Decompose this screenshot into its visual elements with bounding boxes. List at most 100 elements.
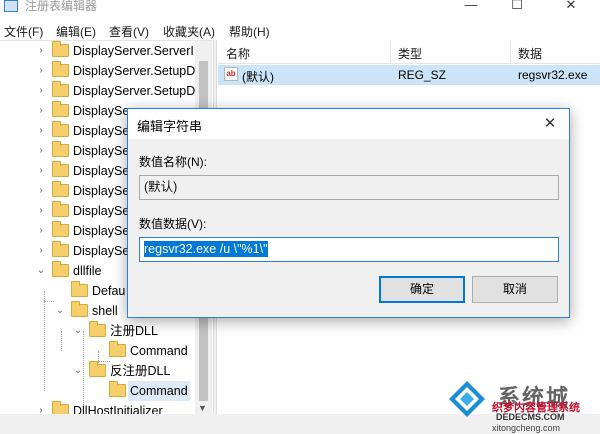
- collapse-icon[interactable]: ⌄: [55, 301, 65, 321]
- tree-item[interactable]: › DisplayServer.SetupD: [0, 61, 195, 81]
- close-icon[interactable]: ✕: [537, 112, 563, 136]
- watermark-small: xitongcheng.com: [492, 423, 561, 433]
- watermark-logo-icon: [449, 381, 485, 417]
- folder-icon: [89, 321, 106, 337]
- value-name-field: (默认): [139, 175, 559, 200]
- expand-icon[interactable]: ›: [36, 181, 46, 201]
- tree-item-label: DisplaySe: [73, 144, 130, 158]
- expand-icon[interactable]: ›: [36, 41, 46, 61]
- watermark-url: DEDECMS.COM: [496, 412, 565, 422]
- tree-item-label: Defau: [92, 284, 126, 298]
- folder-icon: [52, 121, 69, 137]
- registry-icon: [4, 0, 18, 12]
- reg-sz-icon: ab: [224, 67, 238, 81]
- folder-icon: [52, 141, 69, 157]
- expand-icon[interactable]: ›: [36, 401, 46, 414]
- ok-button[interactable]: 确定: [379, 276, 465, 303]
- tree-item-label: DisplayServer.ServerI: [73, 44, 194, 58]
- folder-icon: [71, 281, 88, 297]
- folder-icon: [52, 161, 69, 177]
- column-data[interactable]: 数据: [518, 45, 542, 62]
- collapse-icon[interactable]: ⌄: [73, 321, 83, 341]
- folder-icon: [52, 61, 69, 77]
- value-name-label: 数值名称(N):: [139, 155, 207, 169]
- tree-item-label: 反注册DLL: [110, 364, 171, 378]
- menu-favorites[interactable]: 收藏夹(A): [163, 23, 215, 40]
- folder-icon: [52, 241, 69, 257]
- tree-item-label: 注册DLL: [110, 324, 158, 338]
- expand-icon[interactable]: ›: [36, 161, 46, 181]
- folder-icon: [52, 81, 69, 97]
- value-name: (默认): [242, 70, 274, 84]
- menu-help[interactable]: 帮助(H): [229, 23, 270, 40]
- folder-icon: [52, 261, 69, 277]
- value-data-label: 数值数据(V):: [139, 217, 207, 231]
- tree-item-label: DisplaySe: [73, 204, 130, 218]
- expand-icon[interactable]: ›: [36, 101, 46, 121]
- folder-icon: [52, 181, 69, 197]
- expand-icon[interactable]: ›: [36, 61, 46, 81]
- tree-item-label: DisplaySe: [73, 164, 130, 178]
- tree-item-label: DisplaySe: [73, 104, 130, 118]
- tree-item[interactable]: › DisplayServer.ServerI: [0, 41, 195, 61]
- minimize-button[interactable]: —: [448, 0, 494, 16]
- expand-icon[interactable]: ›: [36, 241, 46, 261]
- expand-icon[interactable]: ›: [36, 81, 46, 101]
- tree-item-label: DisplaySe: [73, 244, 130, 258]
- column-divider[interactable]: [510, 40, 511, 64]
- value-type: REG_SZ: [398, 68, 447, 82]
- tree-item[interactable]: Command: [0, 341, 195, 361]
- tree-item-label: DisplaySe: [73, 124, 130, 138]
- folder-icon: [109, 381, 126, 397]
- tree-item-label: Command: [130, 344, 188, 358]
- folder-icon: [52, 221, 69, 237]
- tree-item-label: DllHostInitializer: [73, 404, 163, 414]
- expand-icon[interactable]: ›: [36, 121, 46, 141]
- list-header: 名称 类型 数据: [218, 40, 600, 64]
- folder-icon: [52, 401, 69, 414]
- expand-icon[interactable]: ›: [36, 221, 46, 241]
- tree-item-label: DisplayServer.SetupD: [73, 84, 196, 98]
- menu-bar: 文件(F) 编辑(E) 查看(V) 收藏夹(A) 帮助(H): [0, 20, 600, 40]
- menu-view[interactable]: 查看(V): [109, 23, 149, 40]
- expand-icon[interactable]: ›: [36, 141, 46, 161]
- tree-item-label: DisplaySe: [73, 224, 130, 238]
- title-bar: 注册表编辑器 — ☐ ✕: [0, 0, 600, 20]
- folder-icon: [52, 101, 69, 117]
- window-close-button[interactable]: ✕: [548, 0, 594, 16]
- list-row[interactable]: ab (默认) REG_SZ regsvr32.exe: [218, 65, 600, 85]
- maximize-button[interactable]: ☐: [494, 0, 540, 16]
- tree-item[interactable]: › DllHostInitializer: [0, 401, 195, 414]
- column-name[interactable]: 名称: [226, 45, 250, 62]
- window-title: 注册表编辑器: [25, 0, 98, 13]
- tree-item-label: dllfile: [73, 264, 102, 278]
- value-data: regsvr32.exe: [518, 68, 588, 82]
- folder-icon: [52, 41, 69, 57]
- menu-file[interactable]: 文件(F): [4, 23, 43, 40]
- folder-icon: [71, 301, 88, 317]
- menu-edit[interactable]: 编辑(E): [56, 23, 96, 40]
- tree-item-label: DisplaySe: [73, 184, 130, 198]
- folder-icon: [109, 341, 126, 357]
- cancel-button[interactable]: 取消: [472, 276, 558, 303]
- expand-icon[interactable]: ›: [36, 201, 46, 221]
- edit-string-dialog: 编辑字符串 ✕ 数值名称(N): (默认) 数值数据(V): regsvr32.…: [127, 108, 570, 318]
- tree-item-label: Command: [128, 381, 190, 401]
- dialog-title-bar[interactable]: 编辑字符串 ✕: [128, 109, 569, 139]
- column-divider[interactable]: [390, 40, 391, 64]
- tree-item-register-dll[interactable]: ⌄ 注册DLL: [0, 321, 195, 341]
- folder-icon: [52, 201, 69, 217]
- column-type[interactable]: 类型: [398, 45, 422, 62]
- tree-item-label: shell: [92, 304, 118, 318]
- collapse-icon[interactable]: ⌄: [73, 361, 83, 381]
- dialog-body: 数值名称(N): (默认) 数值数据(V): regsvr32.exe /u \…: [128, 139, 569, 317]
- scroll-down-icon[interactable]: ▼: [198, 403, 207, 413]
- tree-item-label: DisplayServer.SetupD: [73, 64, 196, 78]
- tree-item-selected[interactable]: Command: [0, 381, 195, 401]
- tree-item-unregister-dll[interactable]: ⌄ 反注册DLL: [0, 361, 195, 381]
- dialog-title: 编辑字符串: [137, 119, 203, 134]
- value-data-input[interactable]: regsvr32.exe /u \"%1\": [139, 237, 559, 262]
- collapse-icon[interactable]: ⌄: [36, 261, 46, 281]
- tree-item[interactable]: › DisplayServer.SetupD: [0, 81, 195, 101]
- value-data-text: regsvr32.exe /u \"%1\": [144, 241, 268, 257]
